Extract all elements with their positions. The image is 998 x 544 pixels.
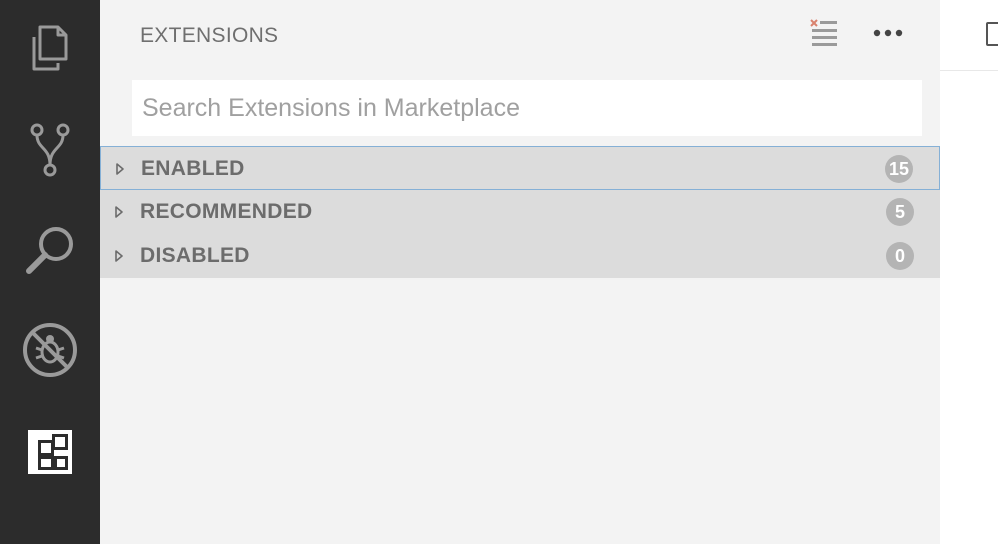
extensions-sidebar: EXTENSIONS Search Extensions in Marketpl… [100, 0, 940, 544]
split-editor-icon[interactable] [986, 22, 998, 46]
section-recommended[interactable]: RECOMMENDED 5 [100, 190, 940, 234]
search-icon [24, 224, 76, 276]
vscode-window: EXTENSIONS Search Extensions in Marketpl… [0, 0, 998, 544]
files-icon [30, 25, 70, 71]
count-badge: 0 [886, 242, 914, 270]
section-enabled[interactable]: ENABLED 15 [100, 146, 940, 190]
section-label: RECOMMENDED [140, 200, 313, 223]
more-actions-button[interactable] [870, 16, 906, 52]
debug-icon [22, 322, 78, 378]
more-actions-icon [873, 25, 903, 43]
editor-area [940, 0, 998, 544]
sidebar-title: EXTENSIONS [140, 24, 279, 47]
chevron-right-icon [115, 147, 127, 191]
section-label: ENABLED [141, 157, 245, 180]
editor-tab-bar [940, 0, 998, 71]
activity-item-explorer[interactable] [0, 4, 100, 92]
count-badge: 15 [884, 155, 913, 183]
extension-sections: ENABLED 15 RECOMMENDED 5 DISABLED 0 [100, 146, 940, 278]
section-disabled[interactable]: DISABLED 0 [100, 234, 940, 278]
activity-bar [0, 0, 100, 544]
section-label: DISABLED [140, 244, 250, 267]
source-control-icon [29, 123, 71, 177]
activity-item-search[interactable] [0, 206, 100, 294]
clear-extensions-icon [809, 17, 839, 52]
activity-item-debug[interactable] [0, 306, 100, 394]
chevron-right-icon [114, 234, 126, 278]
clear-extensions-button[interactable] [806, 16, 842, 52]
search-extensions-input[interactable] [132, 80, 922, 136]
activity-item-source-control[interactable] [0, 106, 100, 194]
count-badge: 5 [886, 198, 914, 226]
extensions-icon [28, 430, 72, 474]
chevron-right-icon [114, 190, 126, 234]
activity-item-extensions[interactable] [0, 408, 100, 496]
